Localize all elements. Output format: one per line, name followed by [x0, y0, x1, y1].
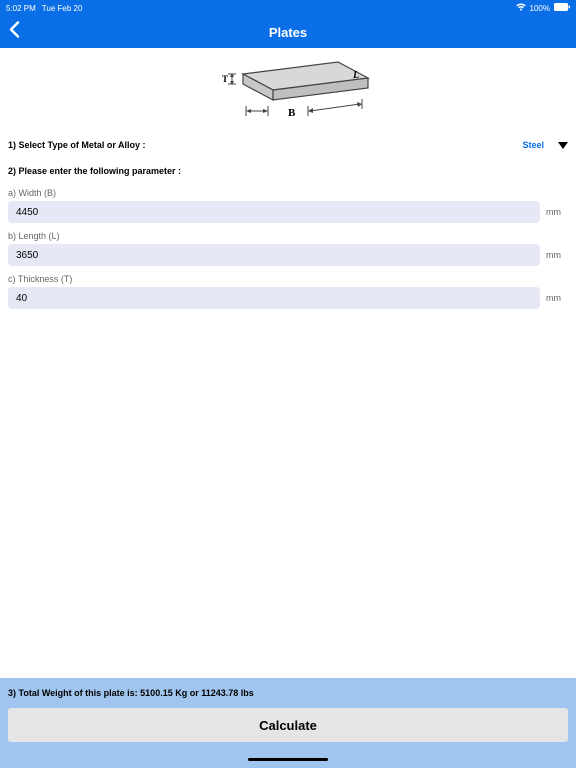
- select-type-label: 1) Select Type of Metal or Alloy :: [8, 140, 146, 150]
- material-dropdown[interactable]: Steel: [522, 140, 568, 150]
- back-button[interactable]: [8, 21, 20, 44]
- chevron-down-icon: [558, 142, 568, 149]
- length-input[interactable]: [8, 244, 540, 266]
- battery-icon: [554, 3, 570, 13]
- battery-percent: 100%: [530, 4, 550, 13]
- svg-text:B: B: [288, 107, 296, 119]
- footer: 3) Total Weight of this plate is: 5100.1…: [0, 678, 576, 758]
- calculate-button[interactable]: Calculate: [8, 708, 568, 742]
- home-indicator: [0, 758, 576, 768]
- plate-diagram: T B L: [0, 48, 576, 132]
- thickness-label: c) Thickness (T): [0, 270, 576, 287]
- status-time: 5:02 PM: [6, 4, 36, 13]
- material-value: Steel: [522, 140, 544, 150]
- result-text: 3) Total Weight of this plate is: 5100.1…: [8, 688, 568, 708]
- enter-params-label: 2) Please enter the following parameter …: [0, 158, 576, 184]
- status-bar: 5:02 PM Tue Feb 20 100%: [0, 0, 576, 16]
- length-label: b) Length (L): [0, 227, 576, 244]
- thickness-input[interactable]: [8, 287, 540, 309]
- page-title: Plates: [269, 25, 307, 40]
- status-date: Tue Feb 20: [42, 4, 83, 13]
- header: Plates: [0, 16, 576, 48]
- width-input[interactable]: [8, 201, 540, 223]
- thickness-unit: mm: [546, 293, 568, 303]
- content-spacer: [0, 313, 576, 678]
- width-unit: mm: [546, 207, 568, 217]
- svg-text:L: L: [352, 70, 359, 81]
- svg-text:T: T: [222, 74, 228, 84]
- length-unit: mm: [546, 250, 568, 260]
- width-label: a) Width (B): [0, 184, 576, 201]
- wifi-icon: [516, 3, 526, 13]
